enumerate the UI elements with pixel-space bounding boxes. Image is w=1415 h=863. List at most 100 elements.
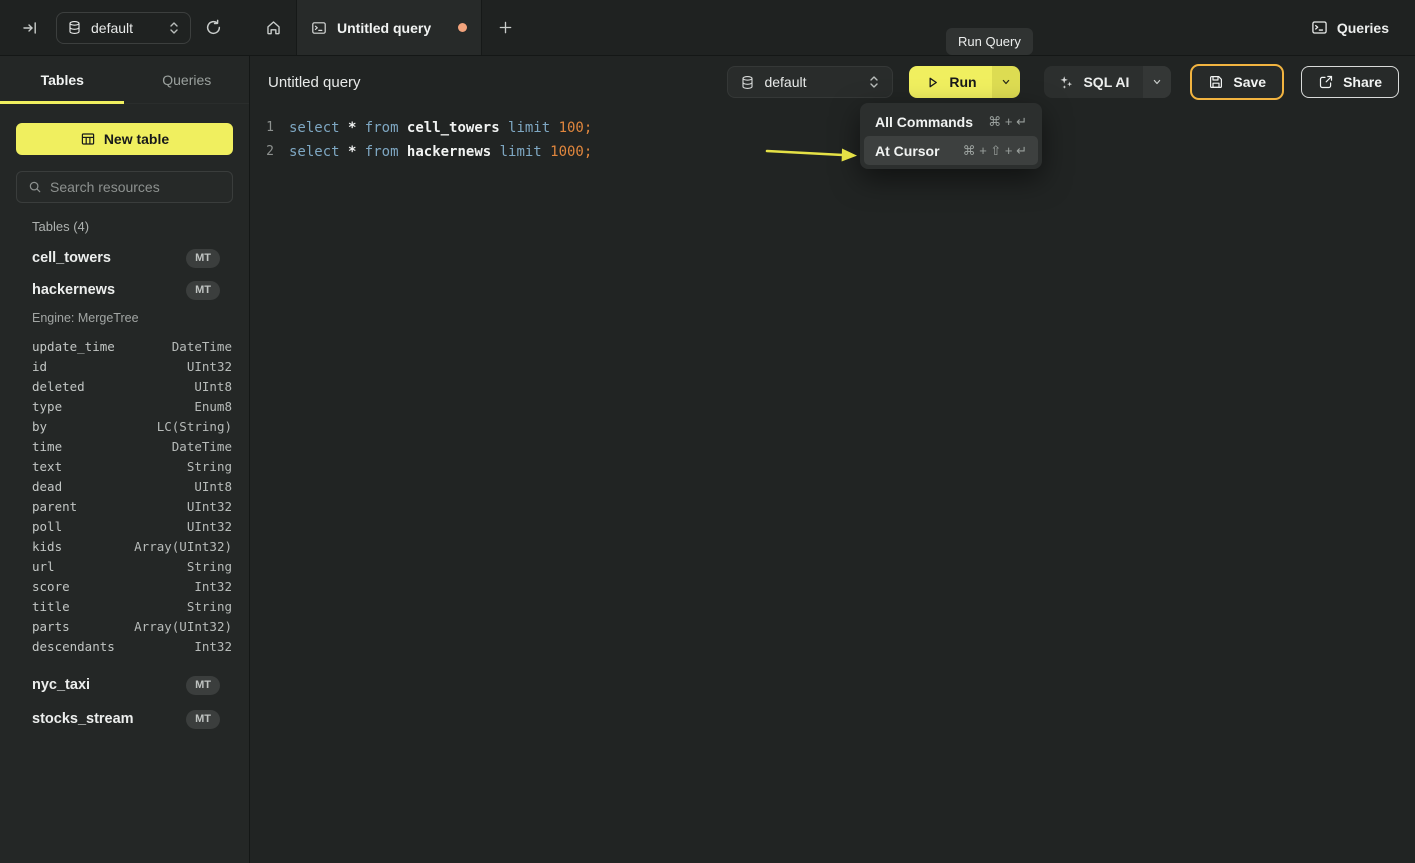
sidebar-tab-queries-label: Queries <box>162 72 211 88</box>
column-name: by <box>32 419 47 434</box>
sql-keyword: from <box>365 116 399 140</box>
code-line-1: 1 select * from cell_towers limit 100; <box>250 116 601 140</box>
table-name: cell_towers <box>32 250 111 266</box>
sql-number: 1000; <box>550 140 592 164</box>
column-name: type <box>32 399 62 414</box>
column-type: UInt32 <box>187 519 232 534</box>
database-icon <box>67 20 82 35</box>
new-table-button[interactable]: New table <box>16 123 233 155</box>
sql-keyword: from <box>365 140 399 164</box>
home-icon <box>265 19 282 36</box>
column-name: score <box>32 579 70 594</box>
sql-keyword: limit <box>500 140 542 164</box>
run-split-button: Run <box>909 66 1020 98</box>
table-name: hackernews <box>32 282 115 298</box>
sidebar-tab-tables[interactable]: Tables <box>0 56 125 103</box>
column-row: by LC(String) <box>0 416 249 436</box>
column-row: poll UInt32 <box>0 516 249 536</box>
engine-badge: MT <box>186 676 220 695</box>
home-button[interactable] <box>250 0 296 55</box>
new-tab-button[interactable] <box>482 0 528 55</box>
refresh-button[interactable] <box>205 19 222 36</box>
table-row-cell-towers[interactable]: cell_towers MT <box>0 242 249 274</box>
column-type: String <box>187 599 232 614</box>
column-row: time DateTime <box>0 436 249 456</box>
editor-database-value: default <box>764 74 806 90</box>
sql-ai-button[interactable]: SQL AI <box>1044 66 1143 98</box>
column-row: text String <box>0 456 249 476</box>
column-type: Enum8 <box>194 399 232 414</box>
sql-table-name: cell_towers <box>407 116 500 140</box>
table-row-nyc-taxi[interactable]: nyc_taxi MT <box>0 669 249 701</box>
engine-info: Engine: MergeTree <box>0 306 249 336</box>
menu-item-shortcut: ⌘ + ⇧ + ↵ <box>963 143 1027 159</box>
engine-badge: MT <box>186 281 220 300</box>
table-row-hackernews[interactable]: hackernews MT <box>0 274 249 306</box>
sql-number: 100; <box>559 116 593 140</box>
top-bar-left: default <box>0 0 250 55</box>
top-bar-right: Queries <box>1311 19 1415 36</box>
line-number: 2 <box>250 140 274 164</box>
share-button[interactable]: Share <box>1301 66 1399 98</box>
menu-item-at-cursor[interactable]: At Cursor ⌘ + ⇧ + ↵ <box>864 136 1038 165</box>
tab-untitled-query[interactable]: Untitled query <box>296 0 482 55</box>
queries-button[interactable]: Queries <box>1311 19 1389 36</box>
column-row: url String <box>0 556 249 576</box>
topbar-database-value: default <box>91 20 133 36</box>
sql-keyword: limit <box>508 116 550 140</box>
column-type: UInt32 <box>187 499 232 514</box>
engine-badge: MT <box>186 249 220 268</box>
table-row-stocks-stream[interactable]: stocks_stream MT <box>0 703 249 735</box>
run-options-button[interactable] <box>992 66 1020 98</box>
column-row: type Enum8 <box>0 396 249 416</box>
selector-chevrons-icon <box>868 75 880 89</box>
sidebar-tab-queries[interactable]: Queries <box>125 56 250 103</box>
refresh-icon <box>205 19 222 36</box>
save-button[interactable]: Save <box>1190 64 1284 100</box>
sql-keyword: select <box>289 116 340 140</box>
code-tokens: select * from cell_towers limit 100; <box>289 116 601 140</box>
new-table-button-label: New table <box>104 131 169 147</box>
column-type: UInt32 <box>187 359 232 374</box>
run-options-menu: All Commands ⌘ + ↵ At Cursor ⌘ + ⇧ + ↵ <box>860 103 1042 169</box>
table-name: stocks_stream <box>32 711 134 727</box>
column-type: DateTime <box>172 439 232 454</box>
sql-keyword: select <box>289 140 340 164</box>
column-name: url <box>32 559 55 574</box>
topbar-database-selector[interactable]: default <box>56 12 191 44</box>
query-terminal-icon <box>311 20 327 36</box>
editor-panel: Untitled query default <box>250 56 1415 863</box>
sql-table-name: hackernews <box>407 140 491 164</box>
column-type: Int32 <box>194 639 232 654</box>
column-row: deleted UInt8 <box>0 376 249 396</box>
editor-database-selector[interactable]: default <box>727 66 893 98</box>
code-tokens: select * from hackernews limit 1000; <box>289 140 601 164</box>
column-name: parts <box>32 619 70 634</box>
engine-badge: MT <box>186 710 220 729</box>
collapse-sidebar-button[interactable] <box>22 20 38 36</box>
column-name: deleted <box>32 379 85 394</box>
save-floppy-icon <box>1208 74 1224 90</box>
menu-item-shortcut: ⌘ + ↵ <box>988 114 1027 130</box>
editor-actions: default Run <box>727 64 1399 100</box>
play-icon <box>925 75 940 90</box>
sidebar: Tables Queries New table <box>0 56 250 863</box>
column-type: DateTime <box>172 339 232 354</box>
table-name: nyc_taxi <box>32 677 90 693</box>
sql-ai-options-button[interactable] <box>1143 66 1171 98</box>
search-input[interactable] <box>50 179 221 195</box>
line-number: 1 <box>250 116 274 140</box>
selector-chevrons-icon <box>168 21 180 35</box>
column-type: String <box>187 559 232 574</box>
column-type: LC(String) <box>157 419 232 434</box>
column-name: title <box>32 599 70 614</box>
run-button[interactable]: Run <box>909 66 992 98</box>
sql-star: * <box>348 140 356 164</box>
search-box <box>16 171 233 203</box>
run-button-label: Run <box>949 74 976 90</box>
sql-editor[interactable]: 1 select * from cell_towers limit 100; 2… <box>250 108 601 164</box>
sidebar-tabs: Tables Queries <box>0 56 249 104</box>
menu-item-all-commands[interactable]: All Commands ⌘ + ↵ <box>864 107 1038 136</box>
tab-label: Untitled query <box>337 20 431 36</box>
column-type: Array(UInt32) <box>134 619 232 634</box>
